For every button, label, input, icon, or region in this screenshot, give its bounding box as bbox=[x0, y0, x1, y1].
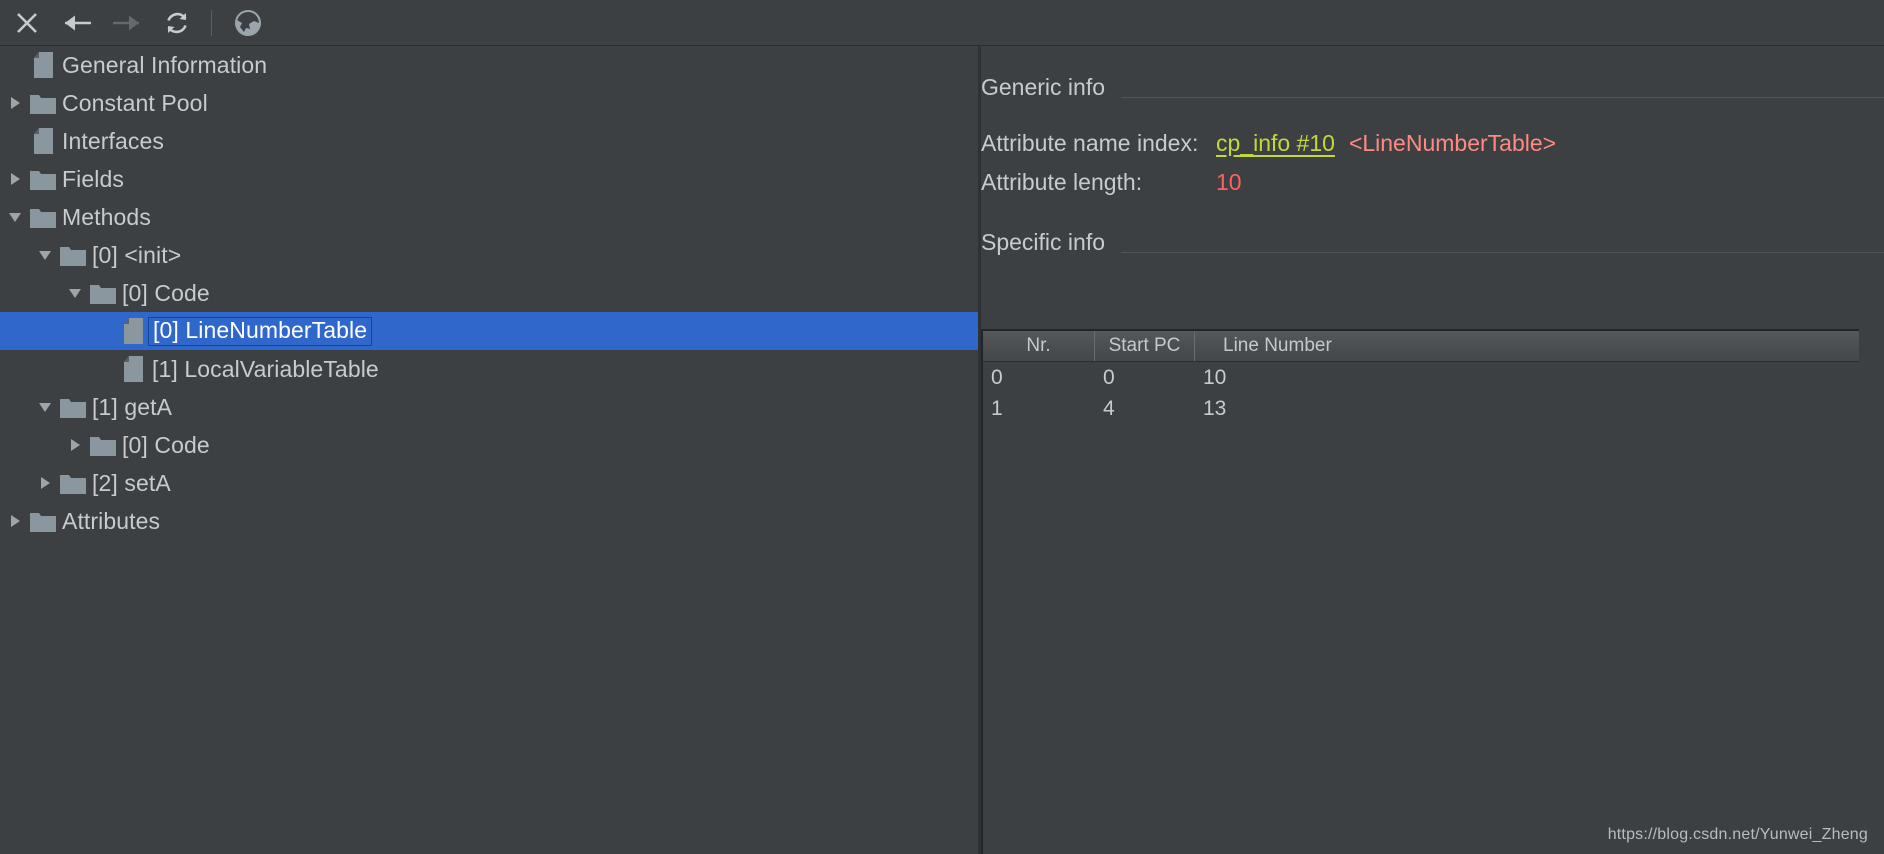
attribute-length-row: Attribute length: 10 bbox=[981, 169, 1242, 196]
toolbar bbox=[0, 0, 1884, 46]
chevron-down-icon[interactable] bbox=[62, 274, 88, 312]
tree-item[interactable]: Interfaces bbox=[0, 122, 978, 160]
table-cell: 0 bbox=[991, 365, 1003, 389]
tree-item-label: [1] getA bbox=[92, 393, 173, 420]
folder-icon bbox=[58, 236, 88, 274]
chevron-down-icon[interactable] bbox=[2, 198, 28, 236]
tree-item-label: Attributes bbox=[62, 507, 161, 534]
tree-item-label: [0] Code bbox=[122, 431, 210, 458]
tree-item-label: Constant Pool bbox=[62, 89, 208, 116]
tree-item[interactable]: General Information bbox=[0, 46, 978, 84]
tree-item-label: Interfaces bbox=[62, 127, 164, 154]
folder-icon bbox=[28, 160, 58, 198]
classfile-viewer-window: General Information Constant Pool Interfac… bbox=[0, 0, 1884, 854]
folder-icon bbox=[28, 84, 58, 122]
chevron-right-icon[interactable] bbox=[2, 84, 28, 122]
forward-button[interactable] bbox=[104, 4, 150, 42]
tree-item[interactable]: Methods bbox=[0, 198, 978, 236]
document-icon bbox=[118, 350, 148, 388]
attribute-name-index-row: Attribute name index: cp_info #10 <LineN… bbox=[981, 130, 1556, 157]
folder-icon bbox=[88, 426, 118, 464]
close-icon bbox=[12, 8, 42, 38]
tree-item[interactable]: Fields bbox=[0, 160, 978, 198]
forward-arrow-icon bbox=[110, 8, 144, 38]
reload-icon bbox=[161, 8, 193, 38]
table-row[interactable]: 0 0 10 bbox=[983, 362, 1859, 393]
tree-item[interactable]: [1] LocalVariableTable bbox=[0, 350, 978, 388]
close-button[interactable] bbox=[4, 4, 50, 42]
chevron-right-icon[interactable] bbox=[2, 160, 28, 198]
tree-item-label: General Information bbox=[62, 51, 268, 78]
line-number-table[interactable]: Nr. Start PC Line Number 0 0 10 1 4 13 bbox=[981, 329, 1859, 854]
document-icon bbox=[28, 122, 58, 160]
chevron-down-icon[interactable] bbox=[32, 388, 58, 426]
specific-info-title: Specific info bbox=[981, 229, 1106, 255]
attribute-length-value: 10 bbox=[1216, 169, 1242, 195]
tree-item[interactable]: [2] setA bbox=[0, 464, 978, 502]
document-icon bbox=[28, 46, 58, 84]
folder-icon bbox=[58, 464, 88, 502]
table-cell: 13 bbox=[1203, 396, 1227, 420]
generic-info-section-header: Generic info bbox=[981, 74, 1884, 101]
table-column-header[interactable]: Line Number bbox=[1195, 331, 1855, 361]
generic-info-title: Generic info bbox=[981, 74, 1106, 100]
cp-info-link[interactable]: cp_info #10 bbox=[1216, 130, 1335, 157]
watermark: https://blog.csdn.net/Yunwei_Zheng bbox=[1607, 826, 1868, 843]
tree-item[interactable]: [0] Code bbox=[0, 426, 978, 464]
tree-item-label: Methods bbox=[62, 203, 151, 230]
table-body: 0 0 10 1 4 13 bbox=[983, 362, 1859, 424]
tree-item[interactable]: [0] LineNumberTable bbox=[0, 312, 978, 350]
folder-icon bbox=[88, 274, 118, 312]
tree-item[interactable]: [0] Code bbox=[0, 274, 978, 312]
reload-button[interactable] bbox=[154, 4, 200, 42]
tree-item[interactable]: [1] getA bbox=[0, 388, 978, 426]
section-rule bbox=[1121, 252, 1884, 253]
tree-item-label: [1] LocalVariableTable bbox=[152, 355, 379, 382]
toolbar-separator bbox=[211, 9, 212, 36]
folder-icon bbox=[58, 388, 88, 426]
tree-item[interactable]: Constant Pool bbox=[0, 84, 978, 122]
back-arrow-icon bbox=[60, 8, 94, 38]
tree-item-label: Fields bbox=[62, 165, 124, 192]
detail-pane: Generic info Attribute name index: cp_in… bbox=[981, 46, 1884, 854]
table-cell: 4 bbox=[1103, 396, 1115, 420]
browse-button[interactable] bbox=[225, 4, 271, 42]
folder-icon bbox=[28, 502, 58, 540]
document-icon bbox=[118, 312, 148, 350]
chevron-right-icon[interactable] bbox=[2, 502, 28, 540]
table-column-header[interactable]: Nr. bbox=[983, 331, 1095, 361]
chevron-down-icon[interactable] bbox=[32, 236, 58, 274]
tree-item-label: [2] setA bbox=[92, 469, 171, 496]
table-cell: 0 bbox=[1103, 365, 1115, 389]
section-rule bbox=[1121, 97, 1884, 98]
attribute-length-label: Attribute length: bbox=[981, 169, 1143, 195]
attribute-name-index-tag: <LineNumberTable> bbox=[1348, 130, 1557, 156]
globe-icon bbox=[233, 8, 263, 38]
chevron-right-icon[interactable] bbox=[32, 464, 58, 502]
attribute-name-index-label: Attribute name index: bbox=[981, 130, 1199, 156]
tree-item-label: [0] <init> bbox=[92, 241, 182, 268]
tree-item[interactable]: [0] <init> bbox=[0, 236, 978, 274]
classfile-tree[interactable]: General Information Constant Pool Interfac… bbox=[0, 46, 978, 854]
back-button[interactable] bbox=[54, 4, 100, 42]
tree-item-label: [0] LineNumberTable bbox=[148, 316, 373, 346]
table-cell: 1 bbox=[991, 396, 1003, 420]
table-header-row: Nr. Start PC Line Number bbox=[983, 331, 1859, 362]
tree-item[interactable]: Attributes bbox=[0, 502, 978, 540]
specific-info-section-header: Specific info bbox=[981, 229, 1884, 256]
table-column-header[interactable]: Start PC bbox=[1095, 331, 1195, 361]
table-cell: 10 bbox=[1203, 365, 1227, 389]
tree-item-label: [0] Code bbox=[122, 279, 210, 306]
chevron-right-icon[interactable] bbox=[62, 426, 88, 464]
folder-icon bbox=[28, 198, 58, 236]
table-row[interactable]: 1 4 13 bbox=[983, 393, 1859, 424]
